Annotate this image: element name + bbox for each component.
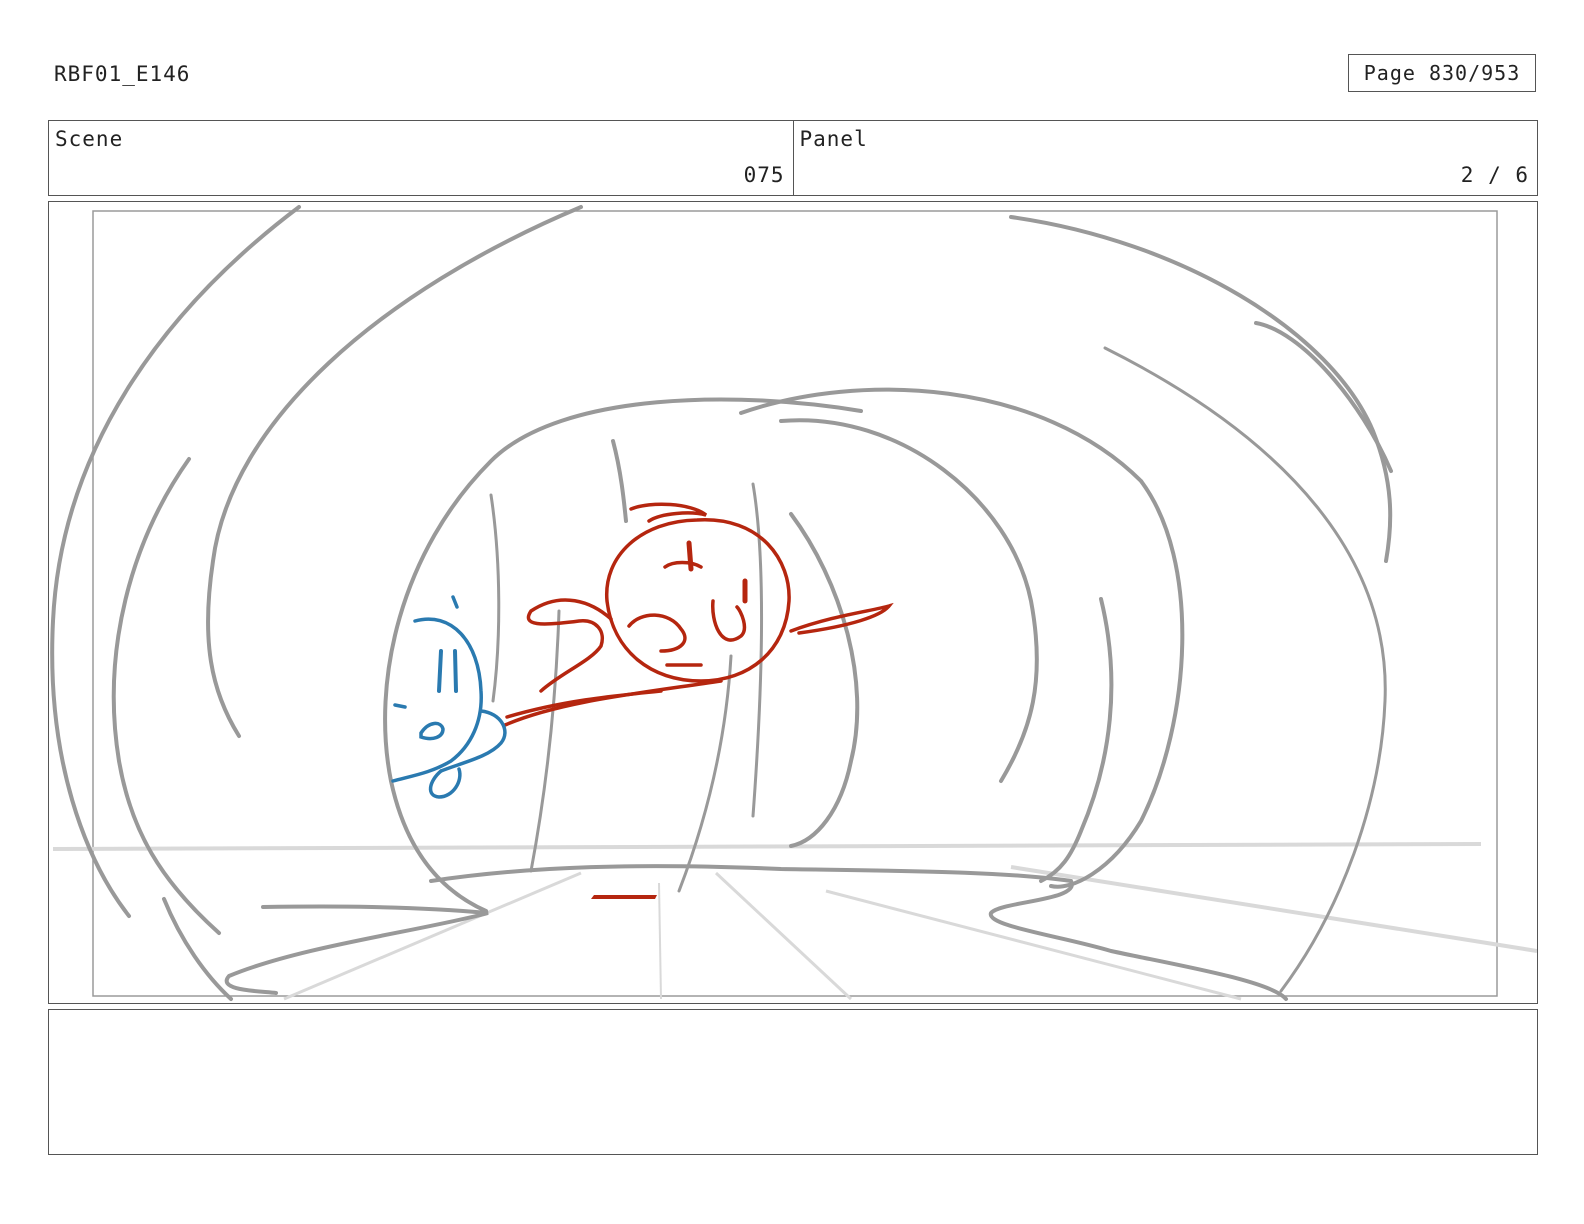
scene-label: Scene [55, 127, 124, 151]
panel-drawing-frame [48, 201, 1538, 1004]
tunnel-ring-outer-left [50, 205, 301, 918]
tunnel-rib-center-left [529, 609, 561, 873]
tunnel-rib-left [489, 493, 501, 703]
tunnel-ring-inner-right-2 [1039, 597, 1114, 883]
blue-character-hair-tick [451, 595, 459, 609]
blue-character-sketch [391, 595, 507, 799]
floor-perspective-line-edge [1010, 865, 1537, 953]
red-character-arm-pull [503, 679, 723, 727]
tunnel-rib-top [611, 439, 628, 523]
red-character-cheek [627, 613, 687, 653]
project-id: RBF01_E146 [54, 62, 191, 86]
page-number-box: Page 830/953 [1348, 54, 1536, 92]
tunnel-rib-center-right [677, 654, 733, 893]
blue-character-mouth [419, 721, 445, 741]
tunnel-ring-upper-left [206, 205, 583, 738]
floor-perspective-line-center [658, 882, 662, 1000]
scene-number: 075 [743, 163, 785, 187]
red-character-sketch [503, 502, 894, 727]
tunnel-ring-outer-right [1009, 215, 1393, 563]
red-character-eye-left [686, 540, 694, 572]
floor-perspective-line-left [283, 871, 582, 1001]
horizon-line [52, 842, 1482, 851]
tunnel-ring-right [1103, 346, 1387, 993]
storyboard-page: RBF01_E146 Page 830/953 Scene 075 Panel … [0, 0, 1584, 1224]
red-character-mouth [711, 599, 747, 642]
panel-cell: Panel 2 / 6 [792, 121, 1538, 195]
scene-panel-info-row: Scene 075 Panel 2 / 6 [48, 120, 1538, 196]
ground-shadow-left [224, 904, 489, 995]
panel-label: Panel [799, 127, 868, 151]
blue-character-foot [428, 767, 462, 799]
tunnel-ring-middle-right [739, 387, 1185, 889]
red-character-arm-left [526, 598, 613, 693]
tunnel-ring-core-right [789, 512, 860, 848]
panel-number: 2 / 6 [1460, 163, 1529, 187]
floor-mark [591, 895, 657, 899]
tunnel-ring-inner-right [779, 418, 1039, 783]
tunnel-ring-inner-left [111, 457, 221, 935]
panel-notes-box [48, 1009, 1538, 1155]
floor-perspective-line-far-right [825, 889, 1242, 1001]
blue-character-brow [393, 703, 407, 709]
scene-cell: Scene 075 [49, 121, 793, 195]
blue-character-eye-right [453, 649, 458, 693]
blue-character-head [391, 617, 483, 783]
blue-character-eye-left [437, 649, 443, 693]
tunnel-ring-outer-right-2 [1254, 321, 1393, 473]
ground-shadow-right [429, 864, 1288, 1001]
red-character-brow [663, 560, 703, 569]
storyboard-sketch [50, 205, 1537, 1001]
